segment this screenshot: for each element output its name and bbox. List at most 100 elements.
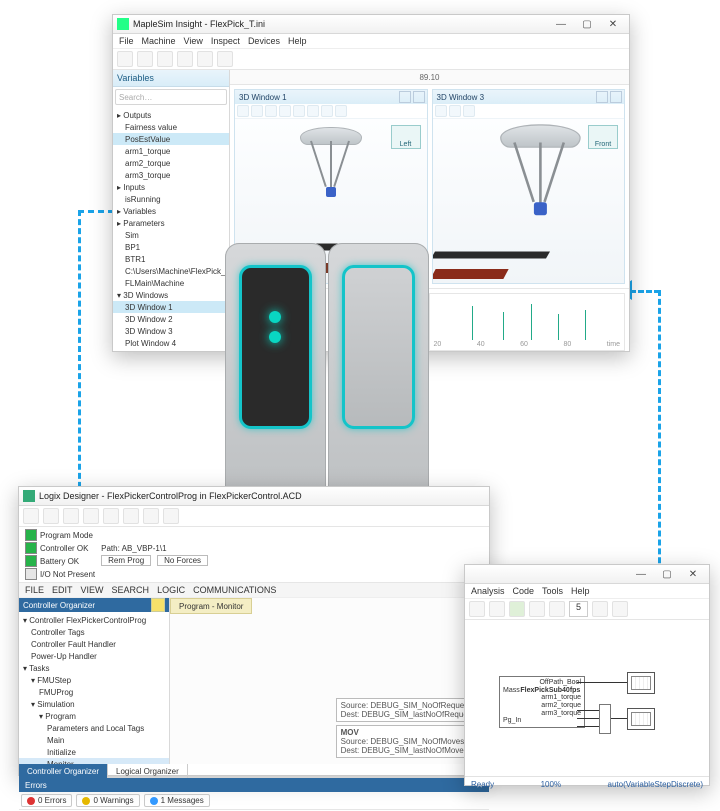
mode-readout[interactable]: Rem Prog <box>101 555 151 566</box>
vtool-button[interactable] <box>251 105 263 117</box>
tree-row[interactable]: Controller Fault Handler <box>19 638 169 650</box>
menu-machine[interactable]: Machine <box>142 36 176 46</box>
tab-controller-organizer[interactable]: Controller Organizer <box>19 764 108 778</box>
menu-view[interactable]: View <box>184 36 203 46</box>
tree-row[interactable]: Main <box>19 734 169 746</box>
tree-row[interactable]: Initialize <box>19 746 169 758</box>
tool-button[interactable] <box>23 508 39 524</box>
vtool-button[interactable] <box>435 105 447 117</box>
tree-row[interactable]: 3D Window 1 <box>113 301 229 313</box>
menu-edit[interactable]: EDIT <box>52 585 73 595</box>
tool-button[interactable] <box>163 508 179 524</box>
tool-button[interactable] <box>612 601 628 617</box>
tree-row[interactable]: isRunning <box>113 193 229 205</box>
3d-view-2[interactable]: 3D Window 3 Front <box>432 89 626 284</box>
menu-tools[interactable]: Tools <box>542 586 563 596</box>
project-tree[interactable]: ▾ Controller FlexPickerControlProg Contro… <box>19 612 169 764</box>
tree-row[interactable]: 3D Window 3 <box>113 325 229 337</box>
tree-row[interactable]: ▾ Controller FlexPickerControlProg <box>19 614 169 626</box>
vtool-button[interactable] <box>265 105 277 117</box>
tree-row[interactable]: ▾ FMUStep <box>19 674 169 686</box>
tool-button[interactable] <box>137 51 153 67</box>
tree-row[interactable]: BP1 <box>113 241 229 253</box>
menu-file[interactable]: FILE <box>25 585 44 595</box>
run-button[interactable] <box>509 601 525 617</box>
maximize-button[interactable]: ▢ <box>575 17 599 31</box>
tool-button[interactable] <box>217 51 233 67</box>
tool-button[interactable] <box>143 508 159 524</box>
axis-widget[interactable]: Left <box>391 125 421 149</box>
tool-button[interactable] <box>117 51 133 67</box>
tree-row[interactable]: PosEstValue <box>113 133 229 145</box>
tree-row[interactable]: ▾ Program <box>19 710 169 722</box>
view-min-icon[interactable] <box>399 91 411 103</box>
vtool-button[interactable] <box>307 105 319 117</box>
search-input[interactable]: Search… <box>115 89 227 105</box>
tool-button[interactable] <box>63 508 79 524</box>
tree-row[interactable]: arm1_torque <box>113 145 229 157</box>
tree-row[interactable]: BTR1 <box>113 253 229 265</box>
minimize-button[interactable]: — <box>549 17 573 31</box>
tree-row[interactable]: FLMain\Machine <box>113 277 229 289</box>
tree-row[interactable]: ▸ Inputs <box>113 181 229 193</box>
menu-help[interactable]: Help <box>571 586 590 596</box>
menu-code[interactable]: Code <box>513 586 535 596</box>
menu-analysis[interactable]: Analysis <box>471 586 505 596</box>
model-canvas[interactable]: OffPath_Bool Mass FlexPickSub40fps arm1_… <box>465 620 709 776</box>
mux-block[interactable] <box>599 704 611 734</box>
titlebar[interactable]: — ▢ ✕ <box>465 565 709 584</box>
tool-button[interactable] <box>157 51 173 67</box>
menu-help[interactable]: Help <box>288 36 307 46</box>
stop-button[interactable] <box>549 601 565 617</box>
tool-button[interactable] <box>592 601 608 617</box>
close-button[interactable]: ✕ <box>601 17 625 31</box>
tree-row[interactable]: Power-Up Handler <box>19 650 169 662</box>
vtool-button[interactable] <box>463 105 475 117</box>
axis-widget[interactable]: Front <box>588 125 618 149</box>
subsystem-block[interactable]: OffPath_Bool Mass FlexPickSub40fps arm1_… <box>499 676 585 728</box>
tree-row[interactable]: ▾ Tasks <box>19 662 169 674</box>
step-button[interactable] <box>529 601 545 617</box>
timeline[interactable]: 89.10 <box>230 70 629 85</box>
tree-row[interactable]: ▸ Parameters <box>113 217 229 229</box>
tree-row[interactable]: 3D Window 2 <box>113 313 229 325</box>
warnings-chip[interactable]: 0 Warnings <box>76 794 139 807</box>
forces-readout[interactable]: No Forces <box>157 555 208 566</box>
tool-button[interactable] <box>469 601 485 617</box>
tool-button[interactable] <box>123 508 139 524</box>
titlebar[interactable]: Logix Designer - FlexPickerControlProg i… <box>19 487 489 506</box>
view-max-icon[interactable] <box>610 91 622 103</box>
tree-row[interactable]: ▾ 3D Windows <box>113 289 229 301</box>
tree-row[interactable]: arm2_torque <box>113 157 229 169</box>
tool-button[interactable] <box>177 51 193 67</box>
tool-button[interactable] <box>43 508 59 524</box>
tree-row[interactable]: Plot Window 4 <box>113 337 229 349</box>
minimize-button[interactable]: — <box>629 567 653 581</box>
messages-chip[interactable]: 1 Messages <box>144 794 210 807</box>
stop-time-input[interactable]: 5 <box>569 601 588 617</box>
close-button[interactable]: ✕ <box>681 567 705 581</box>
3d-canvas[interactable]: Front <box>433 119 625 283</box>
maximize-button[interactable]: ▢ <box>655 567 679 581</box>
tool-button[interactable] <box>489 601 505 617</box>
vtool-button[interactable] <box>279 105 291 117</box>
menu-file[interactable]: File <box>119 36 134 46</box>
tree-row[interactable]: ▸ Outputs <box>113 109 229 121</box>
tab-logical-organizer[interactable]: Logical Organizer <box>108 764 188 778</box>
tree-row[interactable]: arm3_torque <box>113 169 229 181</box>
tool-button[interactable] <box>103 508 119 524</box>
scope-block[interactable] <box>627 672 655 694</box>
errors-chip[interactable]: 0 Errors <box>21 794 72 807</box>
tree-row[interactable]: FMUProg <box>19 686 169 698</box>
tool-button[interactable] <box>197 51 213 67</box>
routine-editor[interactable]: Program - Monitor Source: DEBUG_SIM_NoOf… <box>170 598 489 764</box>
titlebar[interactable]: MapleSim Insight - FlexPick_T.ini — ▢ ✕ <box>113 15 629 34</box>
view-max-icon[interactable] <box>413 91 425 103</box>
tree-row[interactable]: ▸ Variables <box>113 205 229 217</box>
program-tab[interactable]: Program - Monitor <box>170 598 252 614</box>
menu-view[interactable]: VIEW <box>81 585 104 595</box>
tree-row[interactable]: Parameters and Local Tags <box>19 722 169 734</box>
menu-search[interactable]: SEARCH <box>112 585 150 595</box>
vtool-button[interactable] <box>335 105 347 117</box>
vtool-button[interactable] <box>449 105 461 117</box>
